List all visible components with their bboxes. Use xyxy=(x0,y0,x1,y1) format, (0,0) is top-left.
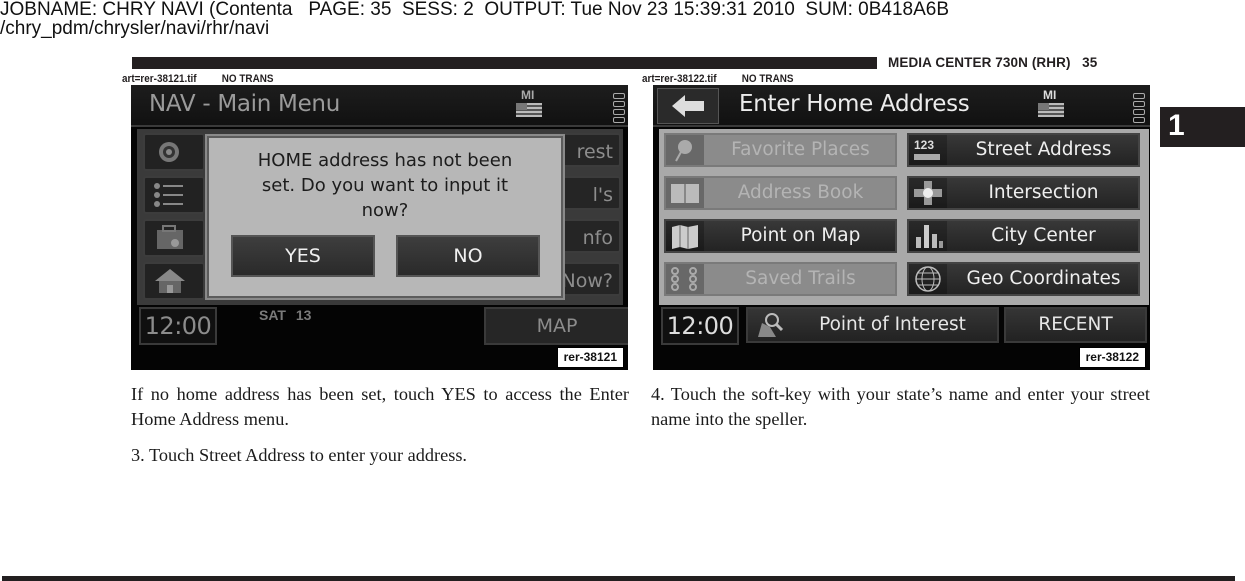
clock: 12:00 xyxy=(139,307,217,345)
art-file-name: art=rer-38121.tif xyxy=(122,73,197,85)
day-of-month: 13 xyxy=(295,307,312,323)
menu-button-saved-trails[interactable]: Saved Trails xyxy=(664,262,897,296)
body-paragraph: If no home address has been set, touch Y… xyxy=(131,384,629,429)
menu-button-label: Address Book xyxy=(737,182,864,203)
globe-grid-icon xyxy=(909,264,947,294)
footer-rule xyxy=(2,576,1235,581)
home-button[interactable] xyxy=(143,262,205,300)
enter-home-address-screenshot: Enter Home Address MI Favorite Places 123… xyxy=(653,85,1150,370)
list-button[interactable] xyxy=(143,176,205,214)
menu-button-label: Street Address xyxy=(975,139,1112,160)
state-code: MI xyxy=(1043,88,1057,102)
art-file-name: art=rer-38122.tif xyxy=(642,73,717,85)
svg-text:123: 123 xyxy=(914,138,934,152)
print-job-header: JOBNAME: CHRY NAVI (Contenta PAGE: 35 SE… xyxy=(0,0,950,20)
date: SAT 13 xyxy=(259,307,311,323)
menu-button-street-address[interactable]: 123 Street Address xyxy=(907,133,1140,167)
screen-title: NAV - Main Menu xyxy=(149,91,340,117)
step-3: 3. Touch Street Address to enter your ad… xyxy=(131,445,468,465)
screen-title: Enter Home Address xyxy=(739,91,970,117)
day-of-week: SAT xyxy=(259,307,286,323)
point-of-interest-button[interactable]: Point of Interest xyxy=(746,307,999,343)
back-button[interactable] xyxy=(657,88,719,124)
map-button[interactable]: MAP xyxy=(484,307,628,345)
city-skyline-icon xyxy=(909,221,947,251)
poi-magnifier-icon xyxy=(758,313,784,337)
menu-button-point-on-map[interactable]: Point on Map xyxy=(664,219,897,253)
menu-button-favorite-places[interactable]: Favorite Places xyxy=(664,133,897,167)
no-trans-label: NO TRANS xyxy=(741,73,794,85)
title-bar: NAV - Main Menu MI xyxy=(131,85,628,127)
us-flag-icon xyxy=(516,103,542,117)
menu-button-city-center[interactable]: City Center xyxy=(907,219,1140,253)
state-indicator[interactable]: MI xyxy=(516,88,546,122)
menu-button-label: Saved Trails xyxy=(745,268,856,289)
clock: 12:00 xyxy=(661,307,739,345)
yes-button[interactable]: YES xyxy=(231,235,375,277)
dialog-message: HOME address has not been set. Do you wa… xyxy=(257,150,513,221)
state-code: MI xyxy=(521,88,535,102)
seat-icon xyxy=(613,91,625,123)
menu-button-label: Favorite Places xyxy=(731,139,870,160)
home-not-set-dialog: HOME address has not been set. Do you wa… xyxy=(207,136,563,298)
trail-dots-icon xyxy=(666,264,704,294)
menu-button-label: Geo Coordinates xyxy=(966,268,1121,289)
menu-button-label: City Center xyxy=(991,225,1096,246)
briefcase-icon xyxy=(157,225,183,249)
info-button[interactable] xyxy=(143,219,205,257)
number-123-icon: 123 xyxy=(909,135,947,165)
seat-icon xyxy=(1133,91,1145,123)
art-label-1: art=rer-38121.tif NO TRANS xyxy=(122,73,273,85)
menu-button-address-book[interactable]: Address Book xyxy=(664,176,897,210)
menu-button-label: Intersection xyxy=(988,182,1099,203)
nav-main-menu-screenshot: NAV - Main Menu MI rest l's nfo Now? 12:… xyxy=(131,85,628,370)
menu-button-intersection[interactable]: Intersection xyxy=(907,176,1140,210)
title-bar: Enter Home Address MI xyxy=(653,85,1150,127)
back-arrow-icon xyxy=(672,95,704,117)
address-book-icon xyxy=(666,178,704,208)
menu-button-geo-coordinates[interactable]: Geo Coordinates xyxy=(907,262,1140,296)
menu-button-label: Point on Map xyxy=(740,225,861,246)
chapter-tab: 1 xyxy=(1160,107,1245,147)
target-icon xyxy=(159,142,179,162)
folded-map-icon xyxy=(666,221,704,251)
list-icon xyxy=(154,183,183,207)
destination-button[interactable] xyxy=(143,133,205,171)
intersection-icon xyxy=(909,178,947,208)
chapter-number: 1 xyxy=(1168,109,1185,142)
us-flag-icon xyxy=(1038,103,1064,117)
no-button[interactable]: NO xyxy=(396,235,540,277)
print-job-path: /chry_pdm/chrysler/navi/rhr/navi xyxy=(0,18,270,39)
no-trans-label: NO TRANS xyxy=(221,73,274,85)
poi-label: Point of Interest xyxy=(819,314,966,335)
pushpin-icon xyxy=(666,135,704,165)
header-rule xyxy=(132,57,877,69)
home-icon xyxy=(155,269,185,293)
state-indicator[interactable]: MI xyxy=(1038,88,1068,122)
recent-button[interactable]: RECENT xyxy=(1004,307,1147,343)
step-4: 4. Touch the soft-key with your state’s … xyxy=(651,384,1150,429)
figure-tag: rer-38121 xyxy=(556,347,624,368)
status-bar: 12:00 SAT 13 MAP xyxy=(139,307,628,345)
figure-tag: rer-38122 xyxy=(1078,347,1146,368)
art-label-2: art=rer-38122.tif NO TRANS xyxy=(642,73,793,85)
running-head: MEDIA CENTER 730N (RHR) 35 xyxy=(888,55,1098,70)
